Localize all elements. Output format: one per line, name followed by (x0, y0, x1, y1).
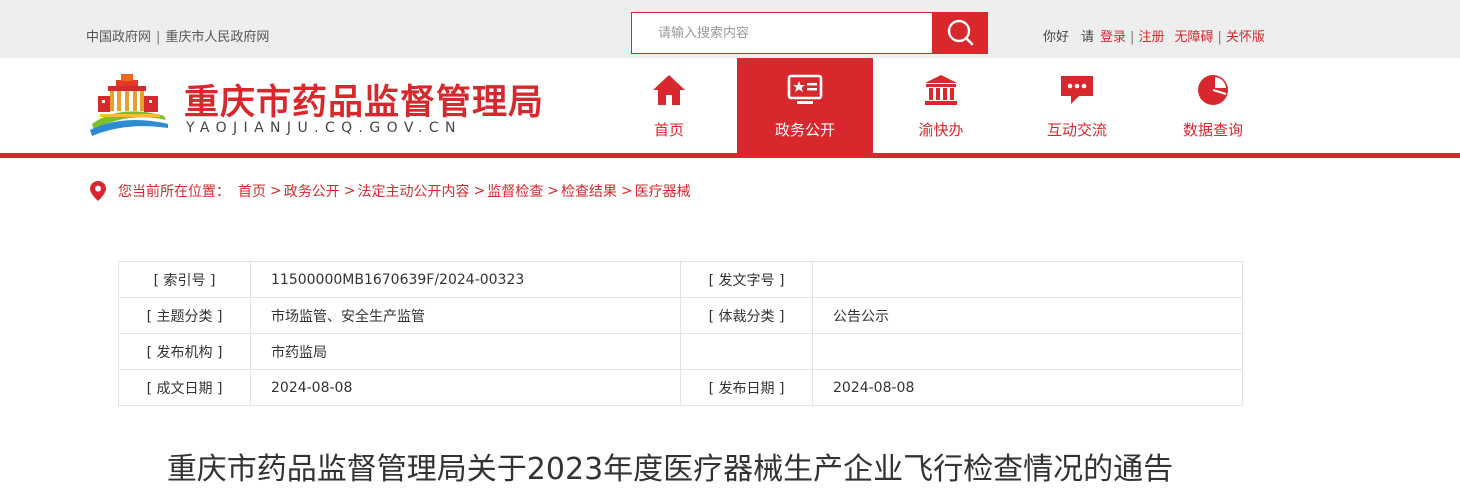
table-row: [ 发布机构 ] 市药监局 (118, 333, 1243, 370)
nav-label: 首页 (653, 121, 684, 139)
search-input[interactable] (632, 13, 932, 53)
monitor-star-icon (787, 72, 823, 108)
external-links: 中国政府网 | 重庆市人民政府网 (86, 26, 269, 45)
info-value: 11500000MB1670639F/2024-00323 (250, 261, 681, 298)
info-value: 2024-08-08 (250, 369, 681, 406)
nav-label: 政务公开 (774, 121, 835, 139)
breadcrumb-home[interactable]: 首页 (238, 181, 266, 201)
search-button[interactable] (932, 12, 988, 54)
nav-label: 数据查询 (1182, 121, 1243, 139)
breadcrumb-results[interactable]: 检查结果 (561, 181, 617, 201)
breadcrumb-separator: > (620, 183, 633, 199)
header-divider (0, 153, 1460, 158)
article-title: 重庆市药品监督管理局关于2023年度医疗器械生产企业飞行检查情况的通告 (166, 452, 1174, 487)
home-icon (651, 72, 687, 108)
greeting-text: 你好 (1043, 30, 1070, 45)
info-key: [ 发布日期 ] (680, 369, 813, 406)
user-links: 你好请登录 | 注册 无障碍 | 关怀版 (1043, 26, 1265, 45)
article-title-wrap: 重庆市药品监督管理局关于2023年度医疗器械生产企业飞行检查情况的通告 (0, 444, 1460, 488)
nav-item-home[interactable]: 首页 (601, 58, 737, 153)
site-header: 重庆市药品监督管理局 YAOJIANJU.CQ.GOV.CN 首页 政务公开 渝… (0, 58, 1460, 153)
breadcrumb-separator: > (547, 183, 559, 199)
breadcrumb-separator: > (473, 183, 486, 199)
info-key: [ 发布机构 ] (118, 333, 251, 370)
breadcrumb-supervision[interactable]: 监督检查 (487, 181, 543, 201)
separator: | (1130, 30, 1135, 45)
table-row: [ 成文日期 ] 2024-08-08 [ 发布日期 ] 2024-08-08 (118, 369, 1243, 406)
chat-bubble-icon (1059, 72, 1095, 108)
breadcrumb-medical-devices[interactable]: 医疗器械 (635, 181, 691, 201)
register-link[interactable]: 注册 (1138, 30, 1164, 45)
info-key: [ 主题分类 ] (118, 297, 251, 334)
nav-item-interaction[interactable]: 互动交流 (1009, 58, 1145, 153)
separator: | (1217, 30, 1222, 45)
login-link[interactable]: 登录 (1100, 30, 1126, 45)
breadcrumb: 您当前所在位置： 首页 > 政务公开 > 法定主动公开内容 > 监督检查 > 检… (90, 181, 691, 201)
breadcrumb-gov-affairs[interactable]: 政务公开 (284, 181, 340, 201)
pie-chart-icon (1195, 72, 1231, 108)
link-chongqing-gov[interactable]: 重庆市人民政府网 (165, 30, 269, 45)
site-domain: YAOJIANJU.CQ.GOV.CN (186, 120, 462, 136)
info-value (812, 261, 1243, 298)
info-key: [ 发文字号 ] (680, 261, 813, 298)
nav-label: 渝快办 (918, 121, 964, 139)
info-value (812, 333, 1243, 370)
accessibility-link[interactable]: 无障碍 (1174, 30, 1213, 45)
nav-item-gov-affairs[interactable]: 政务公开 (737, 58, 873, 153)
separator: | (156, 30, 161, 45)
info-key (680, 333, 813, 370)
link-china-gov[interactable]: 中国政府网 (86, 30, 151, 45)
care-mode-link[interactable]: 关怀版 (1226, 30, 1265, 45)
nav-label: 互动交流 (1046, 121, 1107, 139)
main-nav: 首页 政务公开 渝快办 互动交流 数据查询 (601, 58, 1281, 153)
breadcrumb-separator: > (270, 183, 282, 199)
info-key: [ 成文日期 ] (118, 369, 251, 406)
search-icon (947, 19, 974, 46)
breadcrumb-prefix: 您当前所在位置： (118, 184, 230, 200)
government-building-icon (923, 72, 959, 108)
site-logo[interactable] (90, 72, 170, 138)
info-value: 2024-08-08 (812, 369, 1243, 406)
info-key: [ 索引号 ] (118, 261, 251, 298)
top-bar: 中国政府网|重庆市人民政府网 你好请登录|注册无障碍|关怀版 (0, 0, 1460, 58)
nav-item-data-query[interactable]: 数据查询 (1145, 58, 1281, 153)
location-pin-icon (90, 181, 106, 201)
breadcrumb-separator: > (343, 183, 356, 199)
info-value: 市药监局 (250, 333, 681, 370)
table-row: [ 索引号 ] 11500000MB1670639F/2024-00323 [ … (118, 261, 1243, 298)
info-value: 市场监管、安全生产监管 (250, 297, 681, 334)
please-text: 请 (1081, 30, 1095, 45)
breadcrumb-statutory-disclosure[interactable]: 法定主动公开内容 (357, 181, 469, 201)
search-box (631, 12, 933, 54)
info-value: 公告公示 (812, 297, 1243, 334)
table-row: [ 主题分类 ] 市场监管、安全生产监管 [ 体裁分类 ] 公告公示 (118, 297, 1243, 334)
nav-item-yukuaiban[interactable]: 渝快办 (873, 58, 1009, 153)
document-info-table: [ 索引号 ] 11500000MB1670639F/2024-00323 [ … (118, 261, 1243, 406)
info-key: [ 体裁分类 ] (680, 297, 813, 334)
site-title[interactable]: 重庆市药品监督管理局 (184, 74, 544, 125)
